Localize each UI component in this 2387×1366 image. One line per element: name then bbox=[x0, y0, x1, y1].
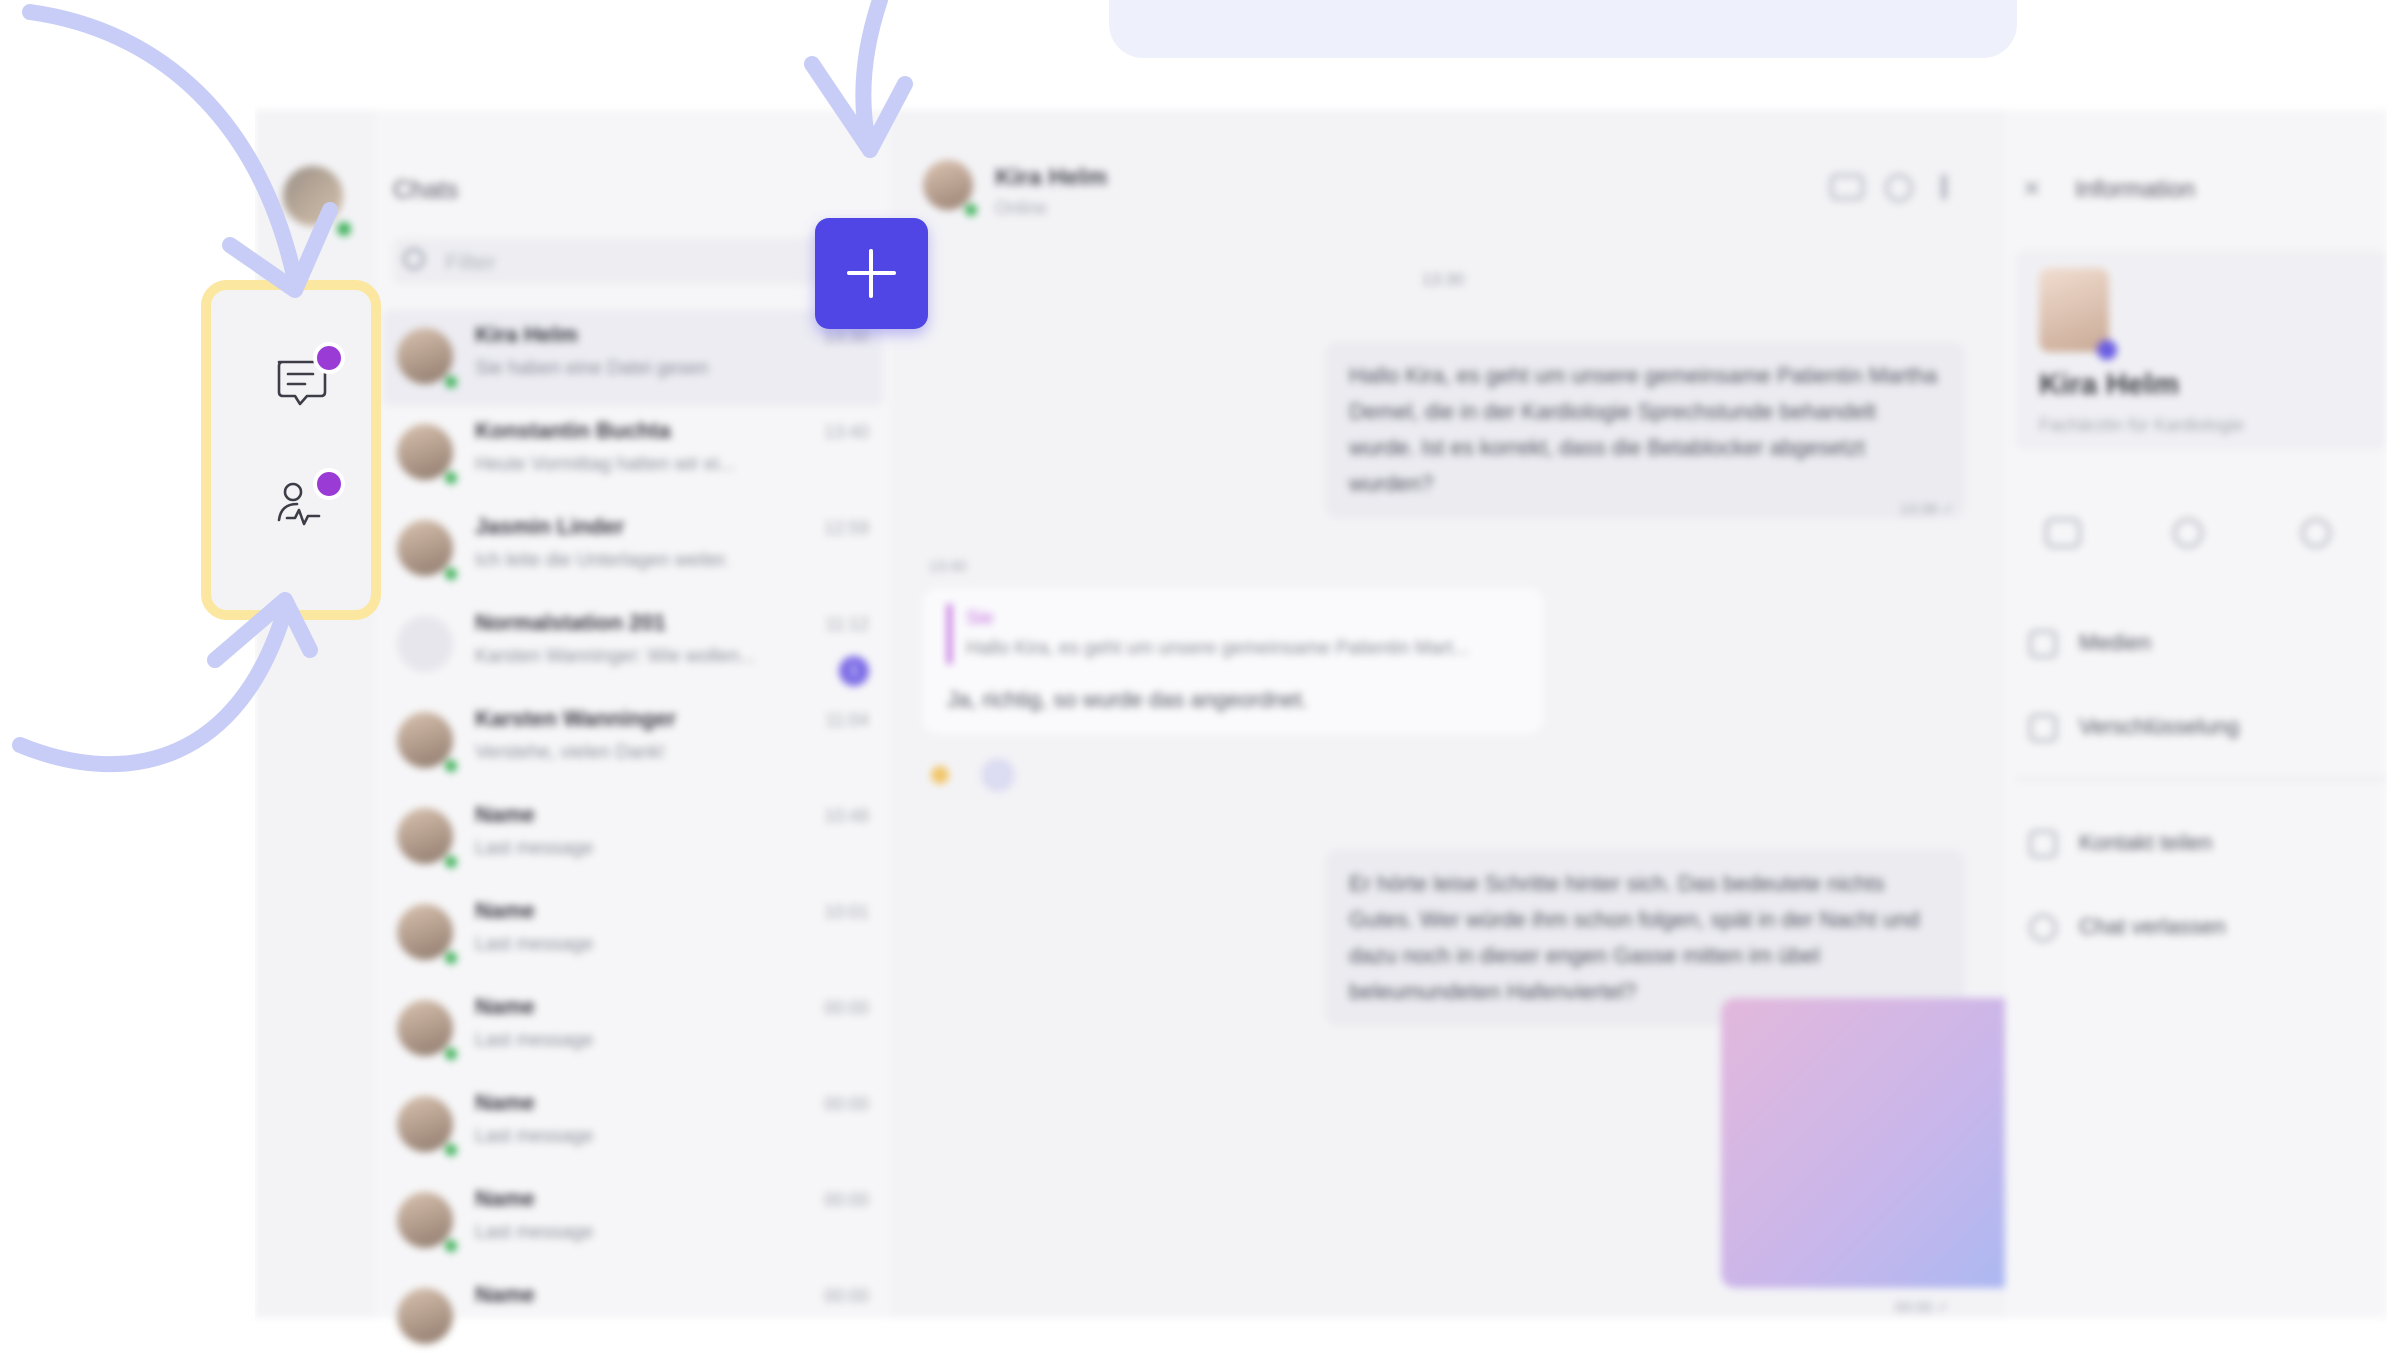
arrow-top-left bbox=[22, 4, 303, 288]
annotation-arrows bbox=[12, 0, 913, 773]
